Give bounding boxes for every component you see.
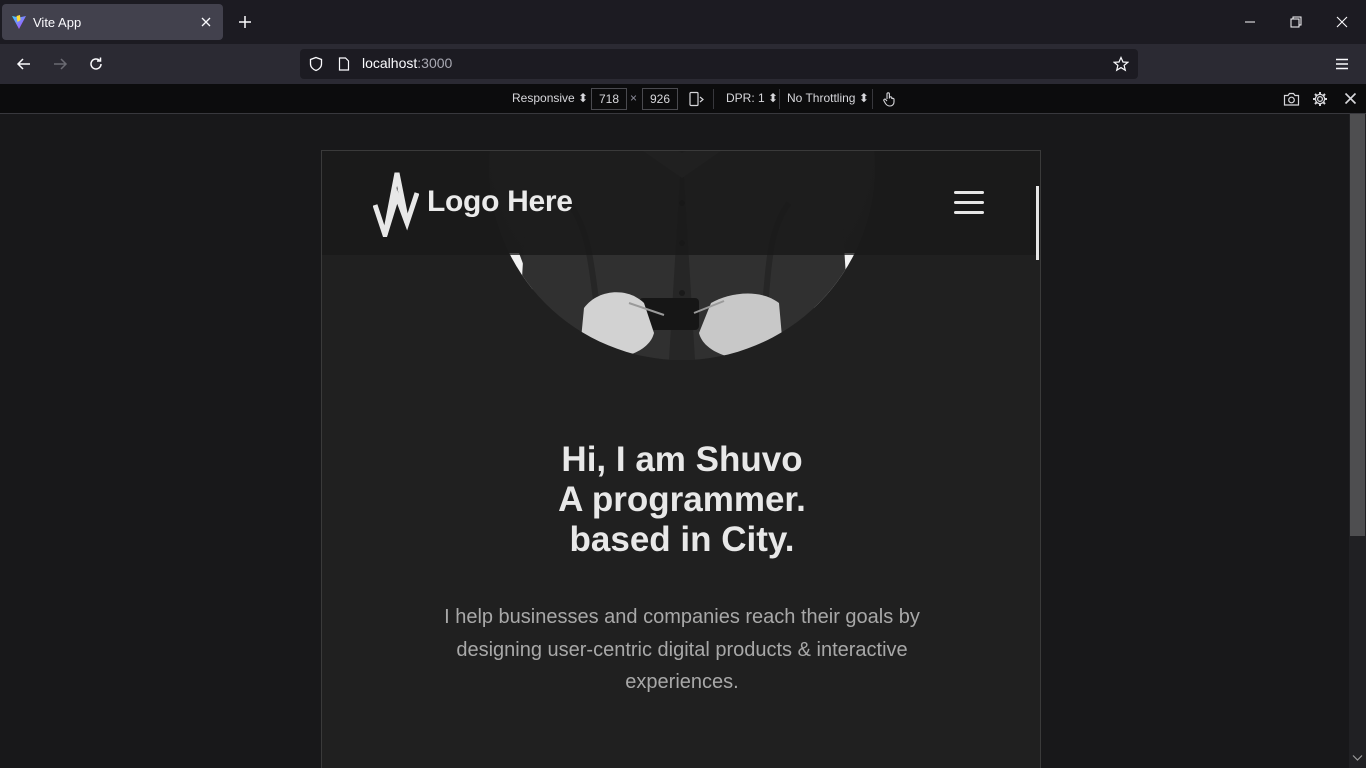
- select-arrows-icon: ⬍: [578, 91, 589, 105]
- viewport-height-input[interactable]: 926: [642, 88, 678, 110]
- close-rdm-icon[interactable]: [1344, 92, 1357, 105]
- toolbar-separator: [872, 89, 873, 109]
- select-arrows-icon: ⬍: [768, 91, 779, 105]
- logo-icon[interactable]: [373, 171, 419, 237]
- page-icon[interactable]: [337, 57, 351, 71]
- scrollbar-thumb[interactable]: [1350, 114, 1365, 536]
- navigation-toolbar: localhost:3000: [0, 44, 1366, 84]
- url-bar[interactable]: localhost:3000: [300, 49, 1138, 79]
- device-selector[interactable]: Responsive ⬍: [512, 91, 588, 105]
- vertical-scrollbar[interactable]: [1349, 114, 1366, 768]
- touch-simulation-icon[interactable]: [881, 91, 897, 107]
- settings-gear-icon[interactable]: [1312, 91, 1328, 107]
- hero-line-1: Hi, I am Shuvo: [561, 440, 803, 479]
- hero-heading: Hi, I am Shuvo A programmer. based in Ci…: [322, 440, 1040, 560]
- url-host: localhost: [362, 55, 418, 71]
- shield-icon[interactable]: [308, 56, 324, 72]
- throttling-selector[interactable]: No Throttling ⬍: [787, 91, 869, 105]
- menu-bar-line: [954, 211, 984, 214]
- select-arrows-icon: ⬍: [858, 91, 869, 105]
- reload-icon[interactable]: [80, 48, 112, 80]
- device-label: Responsive: [512, 91, 575, 105]
- screenshot-icon[interactable]: [1283, 91, 1300, 107]
- responsive-viewport-area: Logo Here Hi, I am Shuvo A programmer. b…: [0, 114, 1366, 768]
- dpr-selector[interactable]: DPR: 1 ⬍: [726, 91, 778, 105]
- dimension-separator: ×: [630, 91, 638, 105]
- web-page: Logo Here Hi, I am Shuvo A programmer. b…: [321, 150, 1041, 768]
- back-icon[interactable]: [8, 48, 40, 80]
- hero-line-2: A programmer.: [558, 480, 806, 519]
- viewport-width-input[interactable]: 718: [591, 88, 627, 110]
- tab-vite-app[interactable]: Vite App: [2, 4, 223, 40]
- logo-text[interactable]: Logo Here: [427, 185, 573, 219]
- header-scroll-indicator: [1036, 186, 1039, 260]
- menu-bar-line: [954, 201, 984, 204]
- rotate-device-icon[interactable]: [688, 91, 704, 107]
- restore-icon[interactable]: [1280, 6, 1312, 38]
- hero-description: I help businesses and companies reach th…: [444, 606, 920, 693]
- throttling-label: No Throttling: [787, 91, 856, 105]
- minimize-icon[interactable]: [1234, 6, 1266, 38]
- url-text[interactable]: localhost:3000: [362, 55, 452, 71]
- toolbar-separator: [779, 89, 780, 109]
- close-tab-icon[interactable]: [197, 13, 215, 31]
- forward-icon[interactable]: [44, 48, 76, 80]
- app-menu-icon[interactable]: [1326, 48, 1358, 80]
- hero-line-3: based in City.: [569, 520, 795, 559]
- site-header: Logo Here: [322, 151, 1040, 260]
- dpr-label: DPR: 1: [726, 91, 765, 105]
- menu-bar-line: [954, 191, 984, 194]
- bookmark-star-icon[interactable]: [1113, 56, 1129, 72]
- responsive-design-toolbar: Responsive ⬍ 718 × 926 DPR: 1 ⬍ No Throt…: [0, 84, 1366, 114]
- url-port: :3000: [417, 55, 453, 71]
- new-tab-icon[interactable]: [233, 10, 257, 34]
- vite-icon: [12, 15, 26, 29]
- tab-strip: Vite App: [0, 0, 1366, 44]
- toolbar-separator: [713, 89, 714, 109]
- scroll-down-icon[interactable]: [1352, 754, 1363, 762]
- close-window-icon[interactable]: [1326, 6, 1358, 38]
- hamburger-menu-icon[interactable]: [952, 189, 986, 217]
- tab-title: Vite App: [33, 14, 82, 30]
